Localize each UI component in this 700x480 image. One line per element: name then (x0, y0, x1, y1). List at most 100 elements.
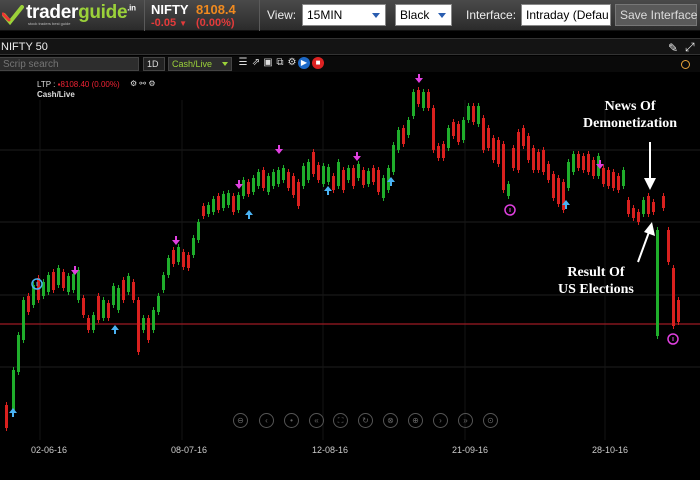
price-change: -0.05 ▼ (151, 17, 188, 29)
candle-body (487, 128, 490, 148)
candle-body (217, 196, 220, 210)
pin-icon[interactable]: ✎ (668, 41, 678, 55)
candle (522, 125, 525, 149)
candle (97, 293, 100, 323)
candle (592, 157, 595, 179)
expand-icon[interactable]: ⤢ (685, 40, 695, 55)
candle-body (392, 145, 395, 172)
candle-body (372, 168, 375, 182)
scrip-search-input[interactable] (0, 57, 139, 71)
interface-select[interactable]: Intraday (Defau (521, 4, 611, 26)
refresh-icon[interactable]: ↻ (358, 413, 373, 428)
view-label: View: (267, 8, 297, 22)
candle-body (367, 171, 370, 184)
candle-body (582, 156, 585, 170)
candle (407, 117, 410, 138)
candle-body (427, 92, 430, 108)
candle (607, 167, 610, 189)
candle-body (547, 164, 550, 180)
sell-signal-marker (235, 180, 243, 189)
reset-icon[interactable]: ⊗ (383, 413, 398, 428)
save-interface-button[interactable]: Save Interface (615, 4, 697, 26)
candle-body (47, 275, 50, 292)
candle (102, 297, 105, 321)
candle (342, 167, 345, 193)
candle-body (57, 268, 60, 285)
buy-signal-marker (111, 325, 119, 334)
candle (477, 103, 480, 127)
demonetization-annotation: News Of Demonetization (583, 99, 678, 131)
buy-signal-stem (327, 190, 329, 195)
zoom-in-icon[interactable]: ⊕ (408, 413, 423, 428)
candle-body (677, 300, 680, 322)
candle (52, 269, 55, 293)
candle-body (162, 275, 165, 290)
candle-body (512, 148, 515, 168)
candle-body (232, 196, 235, 212)
candle (297, 179, 300, 209)
view-select[interactable]: 15MIN (302, 4, 386, 26)
buy-signal-marker (245, 210, 253, 219)
buy-signal-stem (390, 181, 392, 186)
candle-body (662, 196, 665, 208)
candle-body (452, 122, 455, 136)
candle-body (557, 178, 560, 204)
candle (57, 265, 60, 288)
rewind-icon[interactable]: « (309, 413, 324, 428)
signal-markers (9, 74, 679, 417)
candle (422, 89, 425, 111)
candle-body (137, 300, 140, 352)
feed-select[interactable]: Cash/Live (168, 57, 232, 71)
candle-body (647, 196, 650, 214)
fullscreen-icon[interactable]: ⛶ (333, 413, 348, 428)
candle-body (562, 182, 565, 210)
candle (632, 205, 635, 221)
stop-icon[interactable]: ■ (312, 57, 324, 69)
compare-icon[interactable]: ⧉ (274, 57, 286, 69)
end-icon[interactable]: ⊙ (483, 413, 498, 428)
save-icon[interactable]: ▣ (262, 57, 274, 69)
play-icon[interactable]: ▶ (298, 57, 310, 69)
us-elections-arrow-head (644, 222, 655, 236)
fast-forward-icon[interactable]: » (458, 413, 473, 428)
top-header: traderguide.in stock traders best guide … (0, 0, 700, 31)
candle-body (297, 182, 300, 206)
candle-body (592, 160, 595, 176)
candle-body (322, 166, 325, 184)
candle-body (77, 270, 80, 300)
menu-icon[interactable]: ☰ (237, 57, 249, 69)
x-tick-label: 08-07-16 (171, 445, 208, 455)
candle-body (122, 280, 125, 300)
candle-body (5, 405, 8, 428)
candle (162, 272, 165, 293)
export-icon[interactable]: ⇗ (250, 57, 262, 69)
buy-signal-stem (565, 204, 567, 209)
candle-body (357, 164, 360, 178)
logo-tagline: stock traders best guide (28, 21, 71, 26)
candle (487, 125, 490, 151)
stop-scroll-icon[interactable]: • (284, 413, 299, 428)
candle-body (482, 118, 485, 150)
scroll-right-icon[interactable]: › (433, 413, 448, 428)
candle-body (112, 286, 115, 305)
candle (662, 193, 665, 211)
candle (652, 199, 655, 215)
candle-body (237, 195, 240, 210)
candle-body (492, 138, 495, 160)
tradeguide-logo[interactable]: traderguide.in stock traders best guide (2, 2, 142, 28)
candle-body (422, 92, 425, 108)
legend-settings-icon[interactable]: ⚙ ⚯ ⚙ (130, 79, 156, 88)
candle (567, 159, 570, 191)
candle-body (52, 272, 55, 290)
candle (117, 285, 120, 313)
candle (587, 151, 590, 175)
zoom-out-icon[interactable]: ⊖ (233, 413, 248, 428)
candle-body (187, 255, 190, 268)
theme-select[interactable]: Black (395, 4, 452, 26)
clock-icon[interactable] (681, 60, 690, 69)
timeframe-field[interactable]: 1D (143, 57, 165, 71)
candle (77, 267, 80, 303)
candle-body (127, 276, 130, 292)
scroll-left-icon[interactable]: ‹ (259, 413, 274, 428)
settings-icon[interactable]: ⚙ (286, 57, 298, 69)
